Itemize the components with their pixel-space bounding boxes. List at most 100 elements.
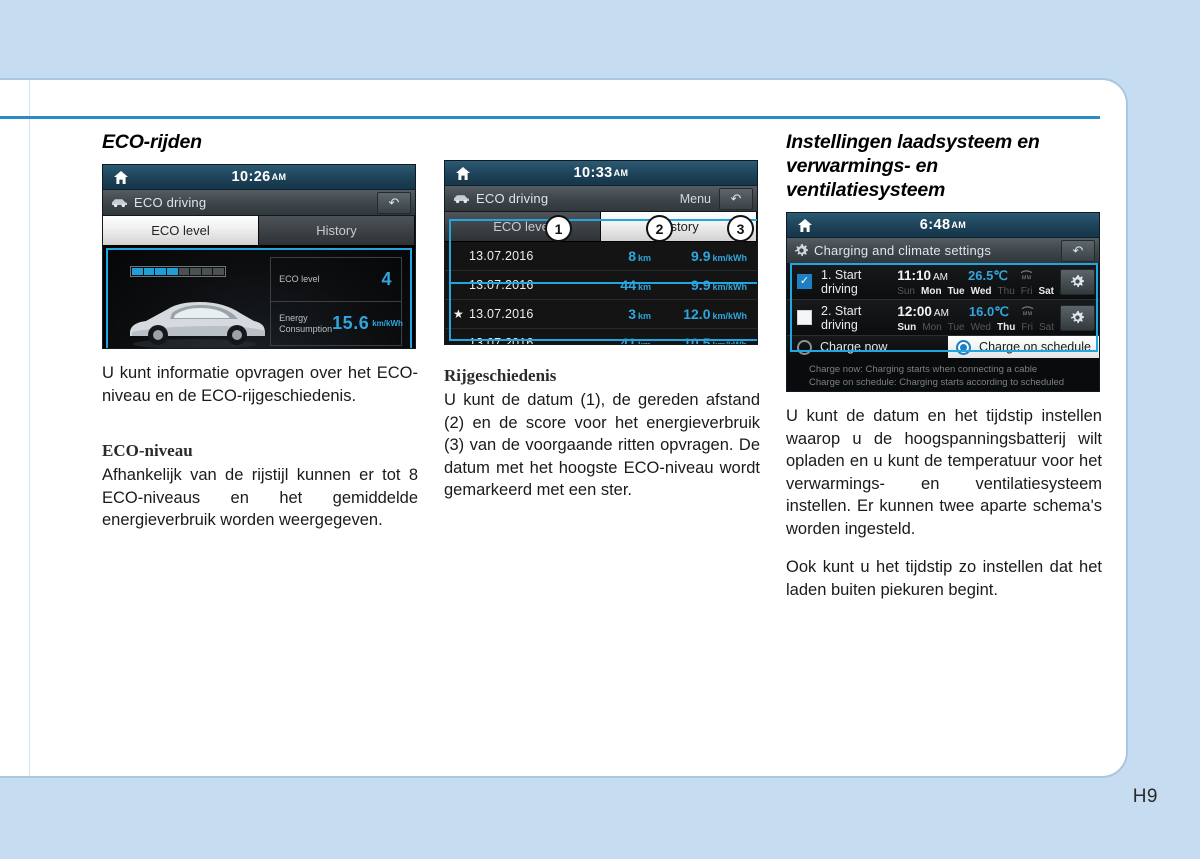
page-left-margin-rule: [29, 80, 30, 776]
tab-history[interactable]: History: [259, 216, 415, 245]
paragraph-charging-2: Ook kunt u het tijdstip zo instellen dat…: [786, 558, 1102, 599]
history-efficiency: 10.5 km/kWh: [683, 335, 747, 345]
paragraph-rijgeschiedenis: U kunt de datum (1), de gereden afstand …: [444, 391, 760, 499]
history-distance: 41 km: [620, 335, 651, 345]
charge-now-label: Charge now: [820, 340, 888, 354]
schedule-row-1[interactable]: ✓ 1. Start driving 11:10 AM 26.5℃ Sun Mon: [787, 264, 1099, 300]
history-efficiency: 9.9 km/kWh: [691, 248, 747, 264]
paragraph-charging-1: U kunt de datum en het tijdstip instelle…: [786, 407, 1102, 538]
section-heading-eco-rijden: ECO-rijden: [102, 131, 202, 153]
history-date: 13.07.2016: [469, 336, 534, 345]
history-date: 13.07.2016: [469, 249, 534, 263]
column-history: 10:33AM ECO driving Menu ↶ ECO level His…: [444, 130, 760, 502]
screenshot-charging-climate: 6:48AM Charging and climate settings ↶ ✓…: [786, 212, 1100, 392]
callout-marker-3: 3: [727, 215, 754, 242]
status-bar: 10:33AM: [445, 161, 757, 186]
title-bar: ECO driving ↶: [103, 190, 415, 216]
car-icon: [454, 195, 469, 204]
schedule-details-1: 11:10 AM 26.5℃ Sun Mon Tue Wed Thu Fri S…: [897, 267, 1054, 297]
schedule-days-1: Sun Mon Tue Wed Thu Fri Sat: [897, 285, 1054, 297]
charge-mode-selector: Charge now Charge on schedule: [787, 336, 1099, 358]
eco-level-readout: ECO level 4: [271, 258, 401, 301]
history-efficiency: 9.9 km/kWh: [691, 277, 747, 293]
schedule-temperature-1: 26.5℃: [968, 267, 1008, 283]
charge-now-option[interactable]: Charge now: [787, 336, 948, 358]
paragraph-eco-intro: U kunt informatie opvragen over het ECO-…: [102, 364, 418, 405]
schedule-time-1: 11:10 AM: [897, 267, 948, 283]
schedule-temperature-2: 16.0℃: [968, 303, 1009, 319]
clock: 10:26AM: [231, 169, 287, 185]
note-line-2: Charge on schedule: Charging starts acco…: [809, 377, 1065, 391]
energy-consumption-unit: km/kWh: [372, 319, 403, 328]
screenshot-eco-history: 10:33AM ECO driving Menu ↶ ECO level His…: [444, 160, 758, 345]
title-bar-label: Charging and climate settings: [814, 243, 992, 258]
title-bar-label: ECO driving: [134, 195, 207, 210]
back-icon[interactable]: ↶: [377, 191, 411, 214]
schedule-time-2: 12:00 AM: [897, 303, 949, 319]
history-date: 13.07.2016: [469, 278, 534, 292]
subheading-rijgeschiedenis: Rijgeschiedenis: [444, 366, 557, 385]
history-date: 13.07.2016: [469, 307, 534, 321]
eco-level-label: ECO level: [279, 274, 320, 285]
clock: 10:33AM: [573, 165, 629, 181]
gear-icon: [795, 244, 808, 257]
section-heading-instellingen: Instellingen laadsysteem en verwarmings-…: [786, 131, 1040, 201]
status-bar: 10:26AM: [103, 165, 415, 190]
energy-consumption-label: Energy Consumption: [279, 313, 333, 334]
eco-level-gauge: [130, 266, 226, 277]
tab-eco-level[interactable]: ECO level: [103, 216, 259, 245]
best-score-star: ★: [453, 307, 464, 321]
clock: 6:48AM: [919, 217, 967, 233]
column-charging-settings: Instellingen laadsysteem en verwarmings-…: [786, 130, 1102, 601]
title-bar-actions: ↶: [377, 190, 411, 215]
history-distance: 44 km: [620, 277, 651, 293]
schedule-settings-button-1[interactable]: [1060, 268, 1095, 295]
fan-icon: [1021, 303, 1034, 321]
schedule-settings-button-2[interactable]: [1060, 304, 1095, 331]
schedule-details-2: 12:00 AM 16.0℃ Sun Mon Tue Wed Thu Fri S…: [897, 303, 1054, 333]
callout-marker-1: 1: [545, 215, 572, 242]
title-bar: Charging and climate settings ↶: [787, 238, 1099, 264]
history-efficiency: 12.0 km/kWh: [683, 306, 747, 322]
fan-icon: [1020, 267, 1033, 285]
table-row[interactable]: 13.07.2016 41 km 10.5 km/kWh: [445, 329, 757, 345]
menu-button[interactable]: Menu: [680, 192, 711, 206]
back-icon[interactable]: ↶: [1061, 239, 1095, 262]
title-bar-actions: Menu ↶: [680, 186, 753, 211]
eco-visual-area: [108, 250, 270, 348]
gear-icon: [1071, 311, 1084, 324]
radio-selected-icon: [956, 339, 972, 355]
tab-eco-level[interactable]: ECO level: [445, 212, 601, 241]
car-illustration: [130, 302, 265, 348]
energy-consumption-value: 15.6: [332, 313, 370, 333]
charge-on-schedule-label: Charge on schedule: [979, 340, 1091, 354]
subheading-eco-niveau: ECO-niveau: [102, 441, 193, 460]
radio-icon: [797, 339, 812, 355]
screenshot-eco-level: 10:26AM ECO driving ↶ ECO level History: [102, 164, 416, 349]
schedule-days-2: Sun Mon Tue Wed Thu Fri Sat: [897, 321, 1054, 333]
history-list: 13.07.2016 8 km 9.9 km/kWh 13.07.2016 44 km…: [445, 242, 757, 345]
status-bar: 6:48AM: [787, 213, 1099, 238]
energy-consumption-readout: Energy Consumption 15.6 km/kWh: [271, 301, 403, 345]
gear-icon: [1071, 275, 1084, 288]
eco-level-value: 4: [381, 269, 392, 289]
schedule-label-2: 2. Start driving: [821, 303, 862, 332]
title-bar-label: ECO driving: [476, 191, 549, 206]
table-row[interactable]: 13.07.2016 8 km 9.9 km/kWh: [445, 242, 757, 271]
charge-mode-note: Charge now: Charging starts when connect…: [787, 358, 1099, 391]
note-line-1: Charge now: Charging starts when connect…: [809, 364, 1038, 375]
callout-marker-2: 2: [646, 215, 673, 242]
schedule-checkbox-1[interactable]: ✓: [797, 274, 812, 289]
page-header-rule: [0, 116, 1100, 119]
schedule-row-2[interactable]: 2. Start driving 12:00AM 16.0℃ Sun Mon: [787, 300, 1099, 336]
tab-bar: ECO level History: [445, 212, 757, 241]
table-row[interactable]: 13.07.2016 44 km 9.9 km/kWh: [445, 271, 757, 300]
history-distance: 3 km: [628, 306, 651, 322]
eco-readout-panel: ECO level 4 Energy Consumption 15.6 km/k…: [270, 257, 403, 346]
schedule-checkbox-2[interactable]: [797, 310, 812, 325]
table-row[interactable]: ★ 13.07.2016 3 km 12.0 km/kWh: [445, 300, 757, 329]
back-icon[interactable]: ↶: [719, 187, 753, 210]
title-bar: ECO driving Menu ↶: [445, 186, 757, 212]
tab-bar: ECO level History: [103, 216, 415, 245]
charge-on-schedule-option[interactable]: Charge on schedule: [948, 336, 1099, 358]
